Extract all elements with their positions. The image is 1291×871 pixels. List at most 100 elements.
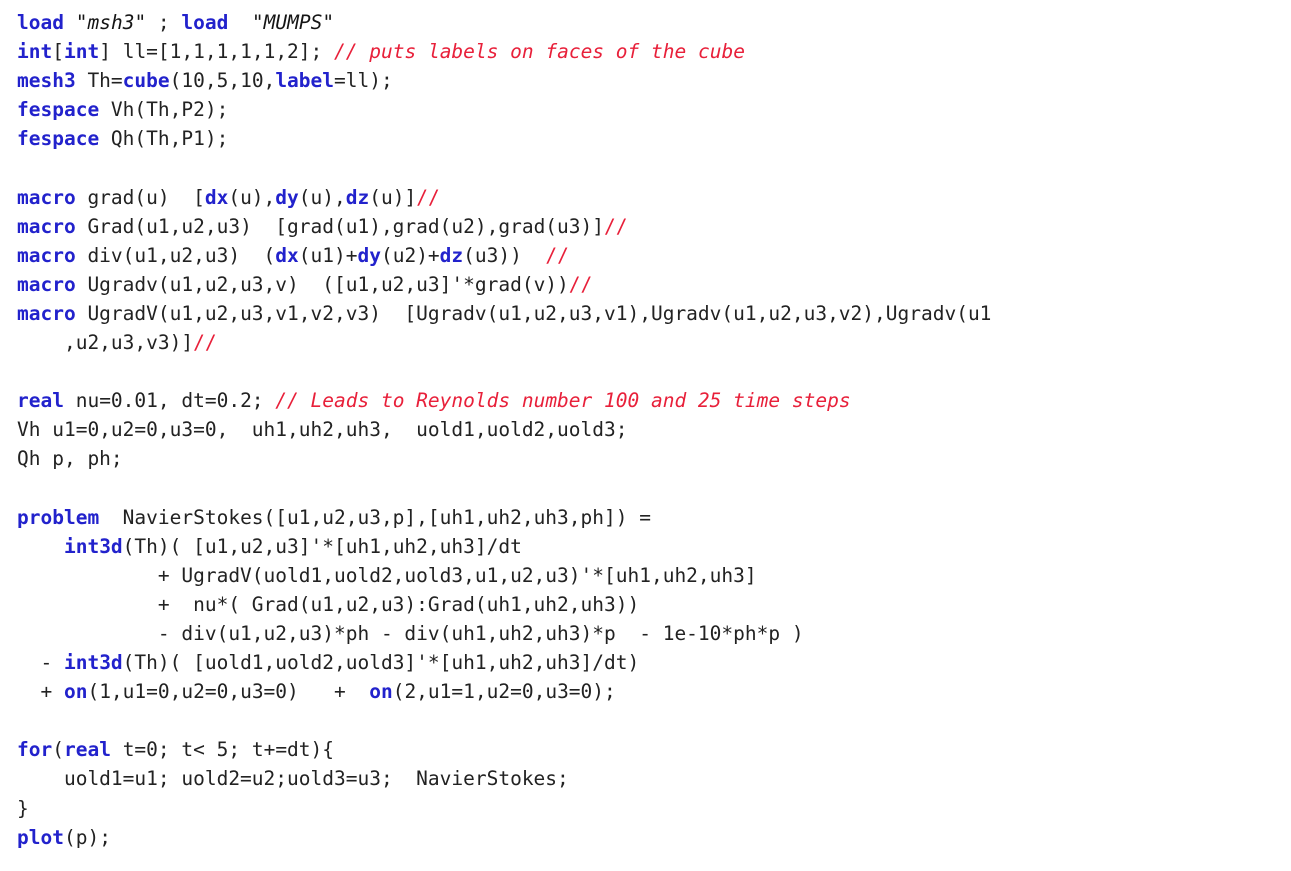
code-token-kw: dy	[357, 243, 381, 267]
code-token-quote: "	[251, 11, 264, 34]
code-token-plain: uold1=u1; uold2=u2;uold3=u3; NavierStoke…	[17, 767, 569, 791]
code-token-plain: (u1)+	[298, 243, 358, 267]
code-token-plain: (2,u1=1,u2=0,u3=0);	[392, 680, 616, 704]
code-token-plain: - div(u1,u2,u3)*ph - div(uh1,uh2,uh3)*p …	[17, 621, 804, 645]
code-token-kw: load	[181, 11, 229, 34]
code-token-kw: int3d	[63, 651, 123, 675]
code-token-plain: (u),	[228, 185, 276, 209]
code-line: Qh p, ph;	[17, 444, 1291, 473]
code-token-kw: dy	[275, 185, 299, 209]
code-token-plain: [	[52, 40, 64, 64]
code-token-plain: =ll);	[334, 69, 393, 93]
code-token-quote: "	[134, 11, 147, 34]
code-token-kw: macro	[17, 243, 76, 267]
code-token-kw: plot	[17, 825, 64, 849]
code-token-plain: Qh(Th,P1);	[99, 127, 229, 151]
code-token-kw: problem	[17, 505, 100, 529]
code-token-plain: ;	[146, 11, 182, 34]
code-line: macro Ugradv(u1,u2,u3,v) ([u1,u2,u3]'*gr…	[17, 270, 1291, 299]
code-token-plain: (u)]	[369, 185, 417, 209]
code-token-kw: macro	[17, 272, 76, 296]
code-token-kw: fespace	[17, 98, 100, 122]
code-line: mesh3 Th=cube(10,5,10,label=ll);	[17, 66, 1291, 95]
code-line: - int3d(Th)( [uold1,uold2,uold3]'*[uh1,u…	[17, 648, 1291, 677]
code-line: Vh u1=0,u2=0,u3=0, uh1,uh2,uh3, uold1,uo…	[17, 415, 1291, 444]
code-token-quote: "	[75, 11, 88, 34]
code-token-plain: t=0; t< 5; t+=dt){	[110, 738, 335, 762]
code-line: macro div(u1,u2,u3) (dx(u1)+dy(u2)+dz(u3…	[17, 241, 1291, 270]
code-token-kw: macro	[17, 214, 76, 238]
code-token-kw: int	[17, 40, 53, 64]
code-listing[interactable]: load "msh3" ; load "MUMPS" int[int] ll=[1…	[0, 0, 1291, 852]
code-token-kw: on	[369, 680, 393, 704]
code-token-kw: dx	[204, 185, 229, 209]
code-token-kw: real	[63, 738, 111, 762]
code-token-kw: dx	[275, 243, 299, 267]
code-token-plain: (p);	[63, 825, 111, 849]
code-token-quote: "	[322, 11, 335, 34]
code-token-plain: div(u1,u2,u3) (	[75, 243, 276, 267]
code-token-slash: //	[568, 272, 593, 296]
code-token-plain: (	[52, 738, 64, 762]
code-line: problem NavierStokes([u1,u2,u3,p],[uh1,u…	[17, 503, 1291, 532]
code-token-slash: //	[545, 243, 569, 267]
code-line: for(real t=0; t< 5; t+=dt){	[17, 735, 1291, 764]
code-token-plain: (u2)+	[380, 243, 440, 267]
code-token-plain: Ugradv(u1,u2,u3,v) ([u1,u2,u3]'*grad(v))	[75, 272, 569, 296]
code-token-kw: mesh3	[17, 69, 76, 93]
code-token-kw: on	[63, 680, 88, 704]
code-token-plain: (1,u1=0,u2=0,u3=0) +	[87, 680, 370, 704]
code-token-str: MUMPS	[263, 11, 323, 34]
code-line: + UgradV(uold1,uold2,uold3,u1,u2,u3)'*[u…	[17, 561, 1291, 590]
code-token-plain: + UgradV(uold1,uold2,uold3,u1,u2,u3)'*[u…	[17, 563, 757, 587]
code-line: + on(1,u1=0,u2=0,u3=0) + on(2,u1=1,u2=0,…	[17, 677, 1291, 706]
code-token-plain: + nu*( Grad(u1,u2,u3):Grad(uh1,uh2,uh3))	[17, 592, 640, 616]
code-token-slash: //	[193, 331, 217, 355]
code-line: fespace Qh(Th,P1);	[17, 124, 1291, 153]
code-token-plain: (u),	[298, 185, 346, 209]
code-line: - div(u1,u2,u3)*ph - div(uh1,uh2,uh3)*p …	[17, 619, 1291, 648]
code-token-plain: +	[17, 680, 64, 704]
code-line: ,u2,u3,v3)]//	[17, 328, 1291, 357]
code-token-str: msh3	[87, 11, 135, 34]
code-token-plain: Vh u1=0,u2=0,u3=0, uh1,uh2,uh3, uold1,uo…	[17, 418, 628, 442]
code-line: load "msh3" ; load "MUMPS"	[17, 8, 1291, 37]
code-token-kw: for	[17, 738, 53, 762]
code-line: int3d(Th)( [u1,u2,u3]'*[uh1,uh2,uh3]/dt	[17, 532, 1291, 561]
code-token-slash: //	[416, 185, 440, 209]
code-token-plain: (10,5,10,	[169, 69, 276, 93]
code-token-plain: Vh(Th,P2);	[99, 98, 229, 122]
code-line: macro Grad(u1,u2,u3) [grad(u1),grad(u2),…	[17, 212, 1291, 241]
code-token-plain: grad(u) [	[75, 185, 205, 209]
code-token-kw: real	[17, 389, 64, 413]
code-token-kw: int3d	[63, 534, 123, 558]
code-token-plain: (Th)( [u1,u2,u3]'*[uh1,uh2,uh3]/dt	[122, 534, 522, 558]
code-token-cmt: // puts labels on faces of the cube	[334, 40, 745, 64]
code-line: fespace Vh(Th,P2);	[17, 95, 1291, 124]
code-token-plain: Qh p, ph;	[17, 447, 123, 471]
code-token-kw: cube	[122, 69, 170, 93]
code-line: + nu*( Grad(u1,u2,u3):Grad(uh1,uh2,uh3))	[17, 590, 1291, 619]
code-token-kw: int	[63, 40, 100, 64]
code-line: }	[17, 794, 1291, 823]
code-line: macro UgradV(u1,u2,u3,v1,v2,v3) [Ugradv(…	[17, 299, 1291, 328]
code-token-cmt: // Leads to Reynolds number 100 and 25 t…	[275, 389, 851, 413]
code-token-plain: NavierStokes([u1,u2,u3,p],[uh1,uh2,uh3,p…	[99, 505, 651, 529]
code-token-plain: ,u2,u3,v3)]	[17, 331, 194, 355]
code-token-kw: dz	[345, 185, 370, 209]
code-token-kw: macro	[17, 301, 76, 325]
code-line: uold1=u1; uold2=u2;uold3=u3; NavierStoke…	[17, 764, 1291, 793]
code-token-plain: nu=0.01, dt=0.2;	[63, 389, 276, 413]
code-token-kw: macro	[17, 185, 76, 209]
code-token-kw: load	[17, 11, 64, 34]
code-token-plain: (u3))	[463, 243, 546, 267]
code-line: plot(p);	[17, 823, 1291, 852]
code-token-plain: }	[17, 796, 29, 820]
